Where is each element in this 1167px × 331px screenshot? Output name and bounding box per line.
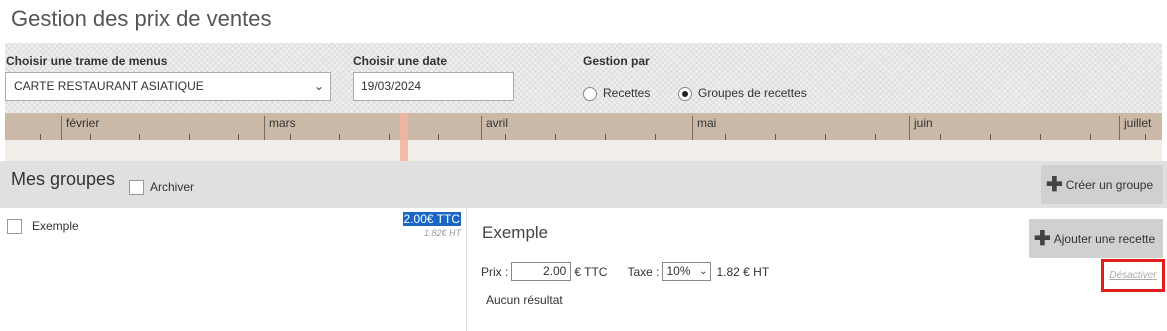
add-recipe-label: Ajouter une recette	[1053, 231, 1156, 246]
timeline-month: mai	[692, 116, 716, 140]
timeline-month: juin	[909, 116, 933, 140]
archive-toggle[interactable]: Archiver	[129, 180, 195, 196]
radio-checked-icon	[678, 86, 692, 101]
group-price-ht: 1.82€ HT	[423, 228, 461, 238]
timeline-month: juillet	[1119, 116, 1151, 140]
plus-icon: ✚	[1034, 227, 1051, 250]
list-item[interactable]: Exemple	[7, 219, 79, 235]
group-price-ttc: 2.00€ TTC	[402, 212, 461, 226]
radio-groupes[interactable]: Groupes de recettes	[678, 86, 807, 101]
add-recipe-button[interactable]: ✚ Ajouter une recette	[1029, 219, 1163, 258]
groups-list: Exemple 2.00€ TTC 1.82€ HT	[0, 208, 467, 331]
radio-groupes-label: Groupes de recettes	[698, 86, 807, 100]
deactivate-link[interactable]: Désactiver	[1109, 270, 1156, 281]
price-row: Prix : 2.00 € TTC Taxe : 10% ⌄ 1.82 € HT	[481, 262, 769, 281]
chevron-down-icon: ⌄	[699, 266, 708, 277]
timeline-month: février	[61, 116, 99, 140]
archive-label: Archiver	[150, 180, 195, 194]
filter-panel: Choisir une trame de menus CARTE RESTAUR…	[5, 43, 1162, 113]
tax-select-value: 10%	[666, 264, 691, 278]
tax-label: Taxe :	[627, 264, 660, 279]
create-group-label: Créer un groupe	[1065, 177, 1154, 192]
create-group-button[interactable]: ✚ Créer un groupe	[1041, 165, 1163, 204]
plus-icon: ✚	[1046, 173, 1063, 196]
ht-value: 1.82 € HT	[716, 264, 770, 279]
menu-select[interactable]: CARTE RESTAURANT ASIATIQUE ⌄	[5, 72, 331, 101]
archive-checkbox[interactable]	[129, 180, 144, 196]
current-date-marker[interactable]	[400, 113, 408, 161]
detail-title: Exemple	[482, 223, 549, 242]
date-label: Choisir une date	[353, 54, 448, 68]
group-name: Exemple	[32, 219, 79, 233]
group-detail: Exemple ✚ Ajouter une recette Prix : 2.00…	[467, 208, 1167, 331]
price-unit: € TTC	[574, 264, 608, 279]
timeline[interactable]: février mars avril mai juin juillet	[5, 113, 1162, 140]
radio-recettes-label: Recettes	[603, 86, 651, 100]
tax-select[interactable]: 10% ⌄	[662, 262, 712, 281]
no-result-text: Aucun résultat	[486, 293, 563, 307]
radio-unchecked-icon	[583, 86, 597, 101]
deactivate-highlight-box: Désactiver	[1101, 259, 1165, 292]
menu-label: Choisir une trame de menus	[6, 54, 168, 68]
groups-title: Mes groupes	[11, 169, 116, 189]
price-label: Prix :	[481, 264, 509, 279]
mode-label: Gestion par	[583, 54, 650, 68]
chevron-down-icon: ⌄	[313, 79, 324, 93]
timeline-track[interactable]	[5, 140, 1162, 161]
page-title: Gestion des prix de ventes	[11, 6, 272, 31]
group-checkbox[interactable]	[7, 219, 22, 235]
radio-recettes[interactable]: Recettes	[583, 86, 650, 101]
price-input[interactable]: 2.00	[511, 262, 572, 281]
timeline-month: avril	[481, 116, 508, 140]
groups-header: Mes groupes Archiver ✚ Créer un groupe	[0, 161, 1167, 208]
menu-select-value: CARTE RESTAURANT ASIATIQUE	[14, 79, 204, 93]
date-input[interactable]: 19/03/2024	[353, 72, 514, 101]
